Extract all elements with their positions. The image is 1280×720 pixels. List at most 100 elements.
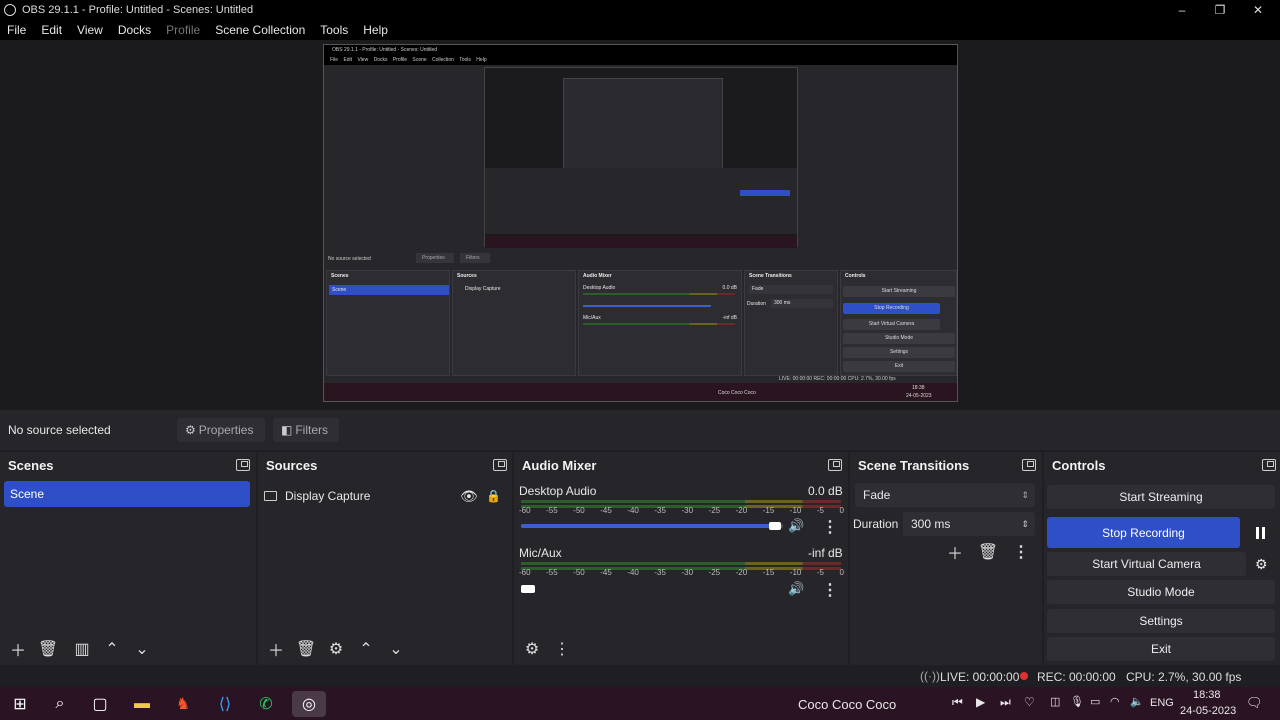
like-heart-icon[interactable]: ♡ [1024, 695, 1035, 709]
task-view-icon[interactable]: ▢ [87, 691, 113, 717]
close-button[interactable]: ✕ [1238, 0, 1278, 20]
lock-icon[interactable]: 🔒 [486, 489, 501, 503]
nested-sources-title: Sources [453, 271, 575, 281]
tick: -40 [627, 568, 639, 577]
scene-list-item[interactable]: Scene [4, 481, 250, 507]
audio-mixer-title: Audio Mixer [514, 452, 848, 478]
obs-taskbar-icon[interactable]: ◎ [292, 691, 326, 717]
mixer-menu-icon[interactable]: ⋮ [548, 637, 576, 661]
next-track-icon[interactable]: ⏭ [1000, 695, 1011, 710]
move-down-icon[interactable]: ⌄ [382, 637, 410, 661]
studio-mode-button[interactable]: Studio Mode [1047, 580, 1275, 604]
menu-tools[interactable]: Tools [313, 23, 356, 37]
remove-source-icon[interactable]: 🗑 [292, 637, 320, 661]
slider-handle[interactable] [521, 585, 535, 593]
language-indicator[interactable]: ENG [1150, 697, 1174, 709]
menu-edit[interactable]: Edit [34, 23, 70, 37]
menu-scene-collection[interactable]: Scene Collection [208, 23, 313, 37]
duration-spinbox[interactable]: 300 ms ⇕ [903, 512, 1035, 536]
file-explorer-icon[interactable]: ▬ [129, 691, 155, 717]
play-icon[interactable]: ▶ [976, 695, 985, 709]
float-dock-icon[interactable] [1022, 459, 1036, 471]
add-scene-icon[interactable]: ＋ [4, 637, 32, 661]
volume-icon[interactable]: 🔈 [1130, 695, 1144, 708]
minimize-button[interactable]: – [1162, 0, 1202, 20]
move-down-icon[interactable]: ⌄ [128, 637, 156, 661]
tick: -25 [708, 568, 721, 577]
tick: 0 [839, 568, 844, 577]
tray-icon[interactable]: ◫ [1050, 695, 1060, 708]
menu-help[interactable]: Help [356, 23, 396, 37]
whatsapp-icon[interactable]: ✆ [253, 691, 279, 717]
spin-arrows-icon[interactable]: ⇕ [1021, 519, 1029, 530]
nested-music: Coco Coco Coco [718, 390, 756, 396]
tick: -10 [789, 568, 802, 577]
speaker-icon[interactable]: 🔊 [788, 581, 804, 597]
clock-time[interactable]: 18:38 [1193, 689, 1221, 701]
sources-dock: Sources Display Capture 👁 🔒 ＋ 🗑 ⚙ ⌃ ⌄ [258, 452, 512, 665]
nested-desktop-db: 0.0 dB [722, 285, 737, 291]
filters-label: Filters [295, 423, 329, 437]
mic-volume-slider[interactable] [521, 585, 783, 593]
maximize-button[interactable]: ❐ [1200, 0, 1240, 20]
notifications-icon[interactable]: 🗨 [1246, 695, 1263, 711]
move-up-icon[interactable]: ⌃ [352, 637, 380, 661]
remove-transition-icon[interactable]: 🗑 [974, 540, 1002, 564]
transition-menu-icon[interactable]: ⋮ [1007, 540, 1035, 564]
previous-track-icon[interactable]: ⏮ [952, 695, 963, 710]
nested-scene-item: Scene [329, 285, 449, 295]
microphone-icon[interactable]: 🎙 [1070, 695, 1084, 708]
wifi-icon[interactable]: ◠ [1110, 695, 1120, 708]
visibility-eye-icon[interactable]: 👁 [460, 488, 478, 505]
nested-mixer-title: Audio Mixer [579, 271, 741, 281]
slider-handle[interactable] [769, 522, 781, 530]
tick: -25 [708, 506, 721, 515]
nested-start-streaming: Start Streaming [843, 286, 955, 297]
float-dock-icon[interactable] [1262, 459, 1276, 471]
brave-browser-icon[interactable]: ♞ [170, 691, 196, 717]
advanced-audio-icon[interactable]: ⚙ [518, 637, 546, 661]
desktop-volume-slider[interactable] [521, 522, 783, 530]
properties-button[interactable]: ⚙ Properties [177, 418, 265, 442]
kebab-menu-icon[interactable]: ⋮ [822, 580, 838, 600]
stop-recording-button[interactable]: Stop Recording [1047, 517, 1240, 548]
add-source-icon[interactable]: ＋ [262, 637, 290, 661]
duration-value: 300 ms [911, 517, 951, 531]
nested-title: OBS 29.1.1 - Profile: Untitled - Scenes:… [324, 45, 957, 55]
start-streaming-button[interactable]: Start Streaming [1047, 485, 1275, 509]
move-up-icon[interactable]: ⌃ [98, 637, 126, 661]
float-dock-icon[interactable] [828, 459, 842, 471]
settings-button[interactable]: Settings [1047, 609, 1275, 633]
tick: -60 [519, 506, 531, 515]
virtual-camera-settings-icon[interactable]: ⚙ [1255, 556, 1268, 573]
add-transition-icon[interactable]: ＋ [941, 540, 969, 564]
start-virtual-camera-button[interactable]: Start Virtual Camera [1047, 552, 1246, 576]
menu-view[interactable]: View [70, 23, 111, 37]
desktop-audio-db: 0.0 dB [808, 484, 843, 498]
vscode-icon[interactable]: ⟨⟩ [212, 691, 238, 717]
scenes-title: Scenes [0, 452, 256, 478]
remove-scene-icon[interactable]: 🗑 [34, 637, 62, 661]
desktop-audio-ticks: -60 -55 -50 -45 -40 -35 -30 -25 -20 -15 -10 -5 0 [519, 506, 844, 515]
source-properties-icon[interactable]: ⚙ [322, 637, 350, 661]
float-dock-icon[interactable] [493, 459, 507, 471]
source-name: Display Capture [285, 489, 371, 503]
menu-file[interactable]: File [0, 23, 34, 37]
pause-recording-button[interactable] [1245, 517, 1275, 548]
filters-button[interactable]: ◧ Filters [273, 418, 339, 442]
search-icon[interactable]: ⌕ [47, 691, 73, 717]
windows-start-icon[interactable]: ⊞ [7, 691, 33, 717]
exit-button[interactable]: Exit [1047, 637, 1275, 661]
sources-toolbar: ＋ 🗑 ⚙ ⌃ ⌄ [258, 633, 512, 665]
source-list-item[interactable]: Display Capture 👁 🔒 [264, 486, 506, 506]
transition-select[interactable]: Fade ⇕ [855, 483, 1035, 507]
kebab-menu-icon[interactable]: ⋮ [822, 517, 838, 537]
menu-docks[interactable]: Docks [111, 23, 159, 37]
menu-profile[interactable]: Profile [159, 23, 208, 37]
status-bar: ((·)) LIVE: 00:00:00 REC: 00:00:00 CPU: … [0, 665, 1280, 687]
float-dock-icon[interactable] [236, 459, 250, 471]
clock-date[interactable]: 24-05-2023 [1180, 705, 1236, 717]
scene-filters-icon[interactable]: ▥ [68, 637, 96, 661]
battery-icon[interactable]: ▭ [1090, 695, 1100, 708]
speaker-icon[interactable]: 🔊 [788, 518, 804, 534]
